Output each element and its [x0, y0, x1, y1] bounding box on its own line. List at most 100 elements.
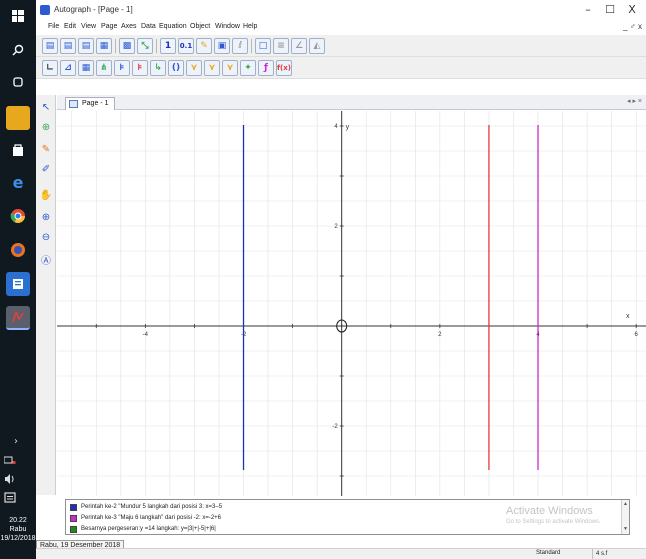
file-explorer-icon[interactable] — [6, 106, 30, 130]
tab-page-1[interactable]: Page - 1 — [65, 97, 116, 110]
key-swatch-magenta — [70, 514, 77, 522]
axes-settings-icon[interactable]: ⤡ — [137, 38, 153, 54]
pencil-draw-icon[interactable]: ✎ — [38, 141, 54, 157]
tab-page-1-label: Page - 1 — [82, 100, 109, 107]
search-icon[interactable] — [6, 38, 30, 62]
autograph-app-icon[interactable] — [6, 306, 30, 330]
axes-toggle-icon[interactable]: ∟ — [42, 60, 58, 76]
key-scrollbar[interactable]: ▲ ▼ — [621, 500, 629, 534]
x-tick-label: 6 — [635, 332, 639, 338]
transform-1-icon[interactable]: ⋎ — [186, 60, 202, 76]
decimal-point-one-button[interactable]: 0.1 — [178, 38, 194, 54]
solve-icon[interactable]: ⊧ — [132, 60, 148, 76]
key-entry-2-text: Perintah ke-3 "Maju 6 langkah" dari posi… — [81, 515, 222, 521]
close-button[interactable]: X — [624, 3, 640, 16]
menu-file[interactable]: File — [48, 23, 59, 30]
volume-icon[interactable] — [4, 474, 16, 487]
key-entry-1[interactable]: Perintah ke-2 "Mundur 5 langkah dari pos… — [70, 502, 222, 512]
graph-paper-icon[interactable]: ⊿ — [60, 60, 76, 76]
page-icon — [69, 100, 78, 108]
menu-help[interactable]: Help — [243, 23, 257, 30]
tool-palette: ↖ ⊕ ✎ ✐ ✋ ⊕ ⊖ Ⓐ — [36, 95, 56, 495]
menu-axes[interactable]: Axes — [121, 23, 137, 30]
graph-canvas[interactable]: -4-224642-2xy — [57, 111, 646, 496]
taskbar-clock[interactable]: 20.22 Rabu 19/12/2018 — [0, 516, 36, 543]
clock-time: 20.22 — [9, 517, 27, 524]
activate-subtitle: Go to Settings to activate Windows. — [506, 519, 601, 525]
y-tick-label: 2 — [334, 224, 338, 230]
windows-taskbar: e › 20.22 Rabu 19/12/2018 — [0, 0, 36, 559]
add-point-icon[interactable]: ⊕ — [38, 119, 54, 135]
select-arrow-icon[interactable]: ↖ — [38, 99, 54, 115]
x-tick-label: -4 — [143, 332, 149, 338]
title-bar[interactable]: Autograph - [Page - 1] – ☐ X — [36, 0, 646, 22]
new-2d-page-icon[interactable]: ▤ — [42, 38, 58, 54]
y-tick-label: 4 — [334, 124, 338, 130]
window-title: Autograph - [Page - 1] — [54, 5, 133, 14]
status-sig-figs[interactable]: 4 s.f — [592, 549, 610, 559]
tab-navigation[interactable]: ◂ ▸ × — [627, 97, 642, 105]
menu-equation[interactable]: Equation — [159, 23, 187, 30]
x-axis-label: x — [626, 313, 630, 320]
store-icon[interactable] — [6, 138, 30, 162]
chrome-icon[interactable] — [6, 204, 30, 228]
menu-data[interactable]: Data — [141, 23, 156, 30]
animate-icon[interactable]: ↳ — [150, 60, 166, 76]
zoom-out-icon[interactable]: ⊖ — [38, 229, 54, 245]
menu-window[interactable]: Window — [215, 23, 240, 30]
brackets-icon[interactable]: () — [168, 60, 184, 76]
fill-color-icon[interactable]: ◭ — [309, 38, 325, 54]
format-icon[interactable]: ⅈ — [232, 38, 248, 54]
key-swatch-green — [70, 525, 77, 533]
graph-svg[interactable]: -4-224642-2xy — [57, 111, 646, 496]
pencil-edit-icon[interactable]: ✎ — [196, 38, 212, 54]
line-color-icon[interactable]: ∠ — [291, 38, 307, 54]
menu-object[interactable]: Object — [190, 23, 210, 30]
maximize-button[interactable]: ☐ — [602, 3, 618, 16]
minimize-button[interactable]: – — [580, 3, 596, 16]
y-tick-label: -2 — [332, 424, 338, 430]
transform-3-icon[interactable]: ⋎ — [222, 60, 238, 76]
function-icon[interactable]: ƒ — [258, 60, 274, 76]
line-style-icon[interactable]: ≡ — [273, 38, 289, 54]
transform-2-icon[interactable]: ⋎ — [204, 60, 220, 76]
text-box-icon[interactable]: ▣ — [214, 38, 230, 54]
word-app-icon[interactable] — [6, 272, 30, 296]
key-entry-2[interactable]: Perintah ke-3 "Maju 6 langkah" dari posi… — [70, 513, 221, 523]
network-icon[interactable] — [3, 456, 16, 469]
text-tool-icon[interactable]: Ⓐ — [38, 251, 54, 267]
scroll-down-icon[interactable]: ▼ — [623, 526, 628, 532]
menu-page[interactable]: Page — [101, 23, 117, 30]
decimal-one-button[interactable]: 1 — [160, 38, 176, 54]
action-center-icon[interactable] — [4, 492, 16, 507]
key-swatch-blue — [70, 503, 77, 511]
firefox-icon[interactable] — [6, 238, 30, 262]
y-axis-label: y — [346, 124, 350, 131]
key-entry-3[interactable]: Besarnya pergeseran:y =14 langkah: y=|3|… — [70, 524, 216, 534]
pen-icon[interactable]: ✐ — [38, 161, 54, 177]
zoom-in-icon[interactable]: ⊕ — [38, 209, 54, 225]
scroll-up-icon[interactable]: ▲ — [623, 501, 628, 507]
fx-icon[interactable]: f(x) — [276, 60, 292, 76]
add-equation-icon[interactable]: ⊧ — [114, 60, 130, 76]
new-3d-page-icon[interactable]: ▤ — [60, 38, 76, 54]
menu-edit[interactable]: Edit — [64, 23, 76, 30]
menu-view[interactable]: View — [81, 23, 96, 30]
object-toolbar: ∟ ⊿ ▦ ⋔ ⊧ ⊧ ↳ () ⋎ ⋎ ⋎ ✦ ƒ f(x) — [36, 57, 646, 79]
show-hidden-icons-chevron[interactable]: › — [14, 436, 18, 447]
document-window-controls[interactable]: _ ♂ x — [623, 22, 642, 31]
task-view-icon[interactable] — [6, 70, 30, 94]
constant-controller-icon[interactable]: ✦ — [240, 60, 256, 76]
page-setup-icon[interactable]: □ — [255, 38, 271, 54]
new-1d-page-icon[interactable]: ▦ — [96, 38, 112, 54]
hand-scroll-icon[interactable]: ✋ — [38, 187, 54, 203]
windows-start-icon[interactable] — [6, 4, 30, 28]
point-object-icon[interactable]: ⋔ — [96, 60, 112, 76]
status-mode[interactable]: Standard — [536, 550, 560, 556]
edge-browser-icon[interactable]: e — [6, 170, 30, 194]
grid-toggle-icon[interactable]: ▦ — [78, 60, 94, 76]
new-stats-page-icon[interactable]: ▤ — [78, 38, 94, 54]
status-bar: Standard 4 s.f — [36, 548, 646, 559]
zoom-fit-icon[interactable]: ▩ — [119, 38, 135, 54]
key-entry-1-text: Perintah ke-2 "Mundur 5 langkah dari pos… — [81, 504, 223, 510]
